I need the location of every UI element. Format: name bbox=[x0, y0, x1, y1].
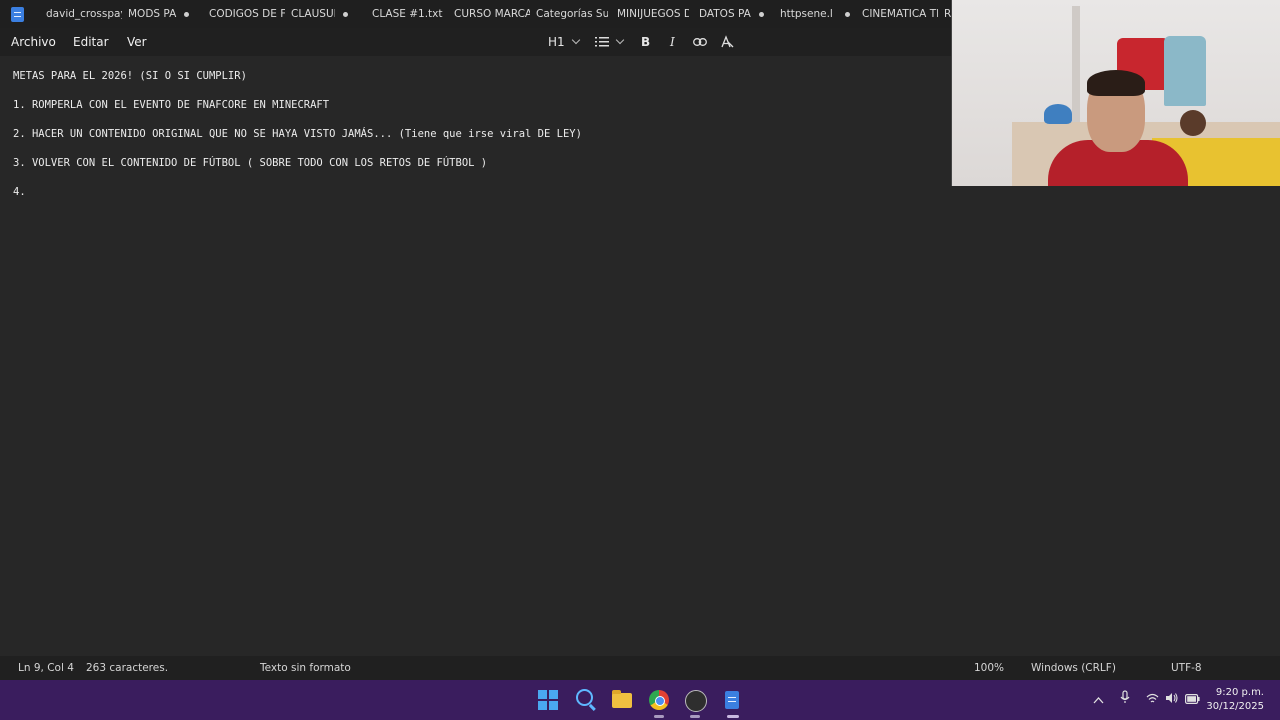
line-ending[interactable]: Windows (CRLF) bbox=[1031, 656, 1116, 680]
wifi-icon bbox=[1146, 693, 1159, 703]
unsaved-dot-icon bbox=[844, 11, 850, 17]
microphone-icon bbox=[1120, 690, 1130, 703]
clear-formatting-icon bbox=[721, 35, 734, 48]
network-status[interactable] bbox=[1146, 680, 1159, 720]
tab-7[interactable]: MINIJUEGOS DE bbox=[617, 0, 689, 28]
tab-4[interactable]: CLASE #1.txt bbox=[372, 0, 448, 28]
tab-label: CINEMATICA TR bbox=[862, 8, 938, 20]
link-button[interactable] bbox=[693, 28, 707, 56]
active-indicator bbox=[727, 715, 739, 718]
heading-label: H1 bbox=[548, 35, 565, 49]
tab-label: CODIGOS DE FO bbox=[209, 8, 285, 20]
webcam-overlay bbox=[951, 0, 1280, 186]
battery-icon bbox=[1185, 694, 1200, 705]
italic-button[interactable]: I bbox=[670, 28, 675, 56]
menu-editar[interactable]: Editar bbox=[73, 28, 109, 56]
notepad-taskbar-icon[interactable] bbox=[725, 691, 739, 709]
tab-label: Categorías Supe bbox=[536, 8, 608, 20]
tab-label: DATOS PA bbox=[699, 8, 751, 20]
battery-status[interactable] bbox=[1185, 680, 1200, 720]
obs-icon[interactable] bbox=[685, 690, 707, 712]
chrome-icon[interactable] bbox=[649, 690, 669, 710]
tab-9[interactable]: httpsene.l bbox=[780, 0, 856, 28]
tab-label: CLAUSULA bbox=[291, 8, 335, 20]
list-dropdown[interactable] bbox=[595, 28, 625, 56]
chevron-up-icon bbox=[1093, 697, 1104, 704]
editor-line: METAS PARA EL 2026! (SI O SI CUMPLIR) bbox=[13, 70, 247, 82]
tab-6[interactable]: Categorías Supe bbox=[536, 0, 608, 28]
bold-button[interactable]: B bbox=[641, 28, 650, 56]
tab-5[interactable]: CURSO MARCA bbox=[454, 0, 530, 28]
tab-label: CURSO MARCA bbox=[454, 8, 530, 20]
running-indicator bbox=[654, 715, 664, 718]
system-clock[interactable]: 9:20 p.m. 30/12/2025 bbox=[1206, 686, 1264, 714]
editor-line: 1. ROMPERLA CON EL EVENTO DE FNAFCORE EN… bbox=[13, 99, 330, 111]
clock-date: 30/12/2025 bbox=[1206, 701, 1264, 712]
windows-start-icon[interactable] bbox=[538, 690, 558, 710]
tab-label: httpsene.l bbox=[780, 8, 833, 20]
heading-dropdown[interactable]: H1 bbox=[548, 28, 580, 56]
tab-8[interactable]: DATOS PA bbox=[699, 0, 771, 28]
editor-line: 3. VOLVER CON EL CONTENIDO DE FÚTBOL ( S… bbox=[13, 157, 488, 169]
tab-10[interactable]: CINEMATICA TR bbox=[862, 0, 938, 28]
italic-icon: I bbox=[670, 35, 675, 49]
char-count: 263 caracteres. bbox=[86, 662, 169, 674]
tab-2[interactable]: CODIGOS DE FO bbox=[209, 0, 285, 28]
status-bar: Ln 9, Col 4 263 caracteres. Texto sin fo… bbox=[0, 656, 1280, 680]
volume-status[interactable] bbox=[1165, 680, 1178, 720]
unsaved-dot-icon bbox=[184, 11, 190, 17]
taskbar: 9:20 p.m. 30/12/2025 bbox=[0, 680, 1280, 720]
speaker-icon bbox=[1166, 693, 1178, 703]
format-indicator[interactable]: Texto sin formato bbox=[260, 656, 351, 680]
tab-label: MINIJUEGOS DE bbox=[617, 8, 689, 20]
menu-ver[interactable]: Ver bbox=[127, 28, 147, 56]
menu-archivo[interactable]: Archivo bbox=[11, 28, 56, 56]
tab-label: CLASE #1.txt bbox=[372, 8, 443, 20]
microphone-status[interactable] bbox=[1120, 680, 1130, 720]
notepad-icon bbox=[11, 7, 24, 22]
file-explorer-icon[interactable] bbox=[612, 690, 632, 708]
zoom-level[interactable]: 100% bbox=[974, 656, 1004, 680]
tab-0[interactable]: david_crosspay_ bbox=[46, 0, 122, 28]
tab-label: MODS PA bbox=[128, 8, 177, 20]
running-indicator bbox=[690, 715, 700, 718]
tab-label: david_crosspay_ bbox=[46, 8, 122, 20]
editor-line: 4. bbox=[13, 186, 26, 198]
clear-formatting-button[interactable] bbox=[720, 28, 734, 56]
cursor-position: Ln 9, Col 4 bbox=[18, 662, 74, 674]
tab-3[interactable]: CLAUSULA bbox=[291, 0, 363, 28]
chevron-down-icon bbox=[571, 35, 580, 45]
webcam-blue-shirt bbox=[1164, 36, 1206, 106]
tray-overflow[interactable] bbox=[1093, 680, 1104, 720]
webcam-ball bbox=[1180, 110, 1206, 136]
webcam-cap bbox=[1044, 104, 1072, 124]
tab-1[interactable]: MODS PA bbox=[128, 0, 200, 28]
encoding[interactable]: UTF-8 bbox=[1171, 656, 1202, 680]
unsaved-dot-icon bbox=[343, 11, 348, 17]
clock-time: 9:20 p.m. bbox=[1215, 687, 1264, 698]
search-icon[interactable] bbox=[576, 689, 593, 706]
unsaved-dot-icon bbox=[758, 11, 764, 17]
chevron-down-icon bbox=[615, 35, 625, 45]
list-icon bbox=[595, 37, 609, 47]
webcam-person-hair bbox=[1087, 70, 1145, 96]
bold-icon: B bbox=[641, 35, 651, 49]
editor-line: 2. HACER UN CONTENIDO ORIGINAL QUE NO SE… bbox=[13, 128, 582, 140]
link-icon bbox=[693, 38, 707, 46]
